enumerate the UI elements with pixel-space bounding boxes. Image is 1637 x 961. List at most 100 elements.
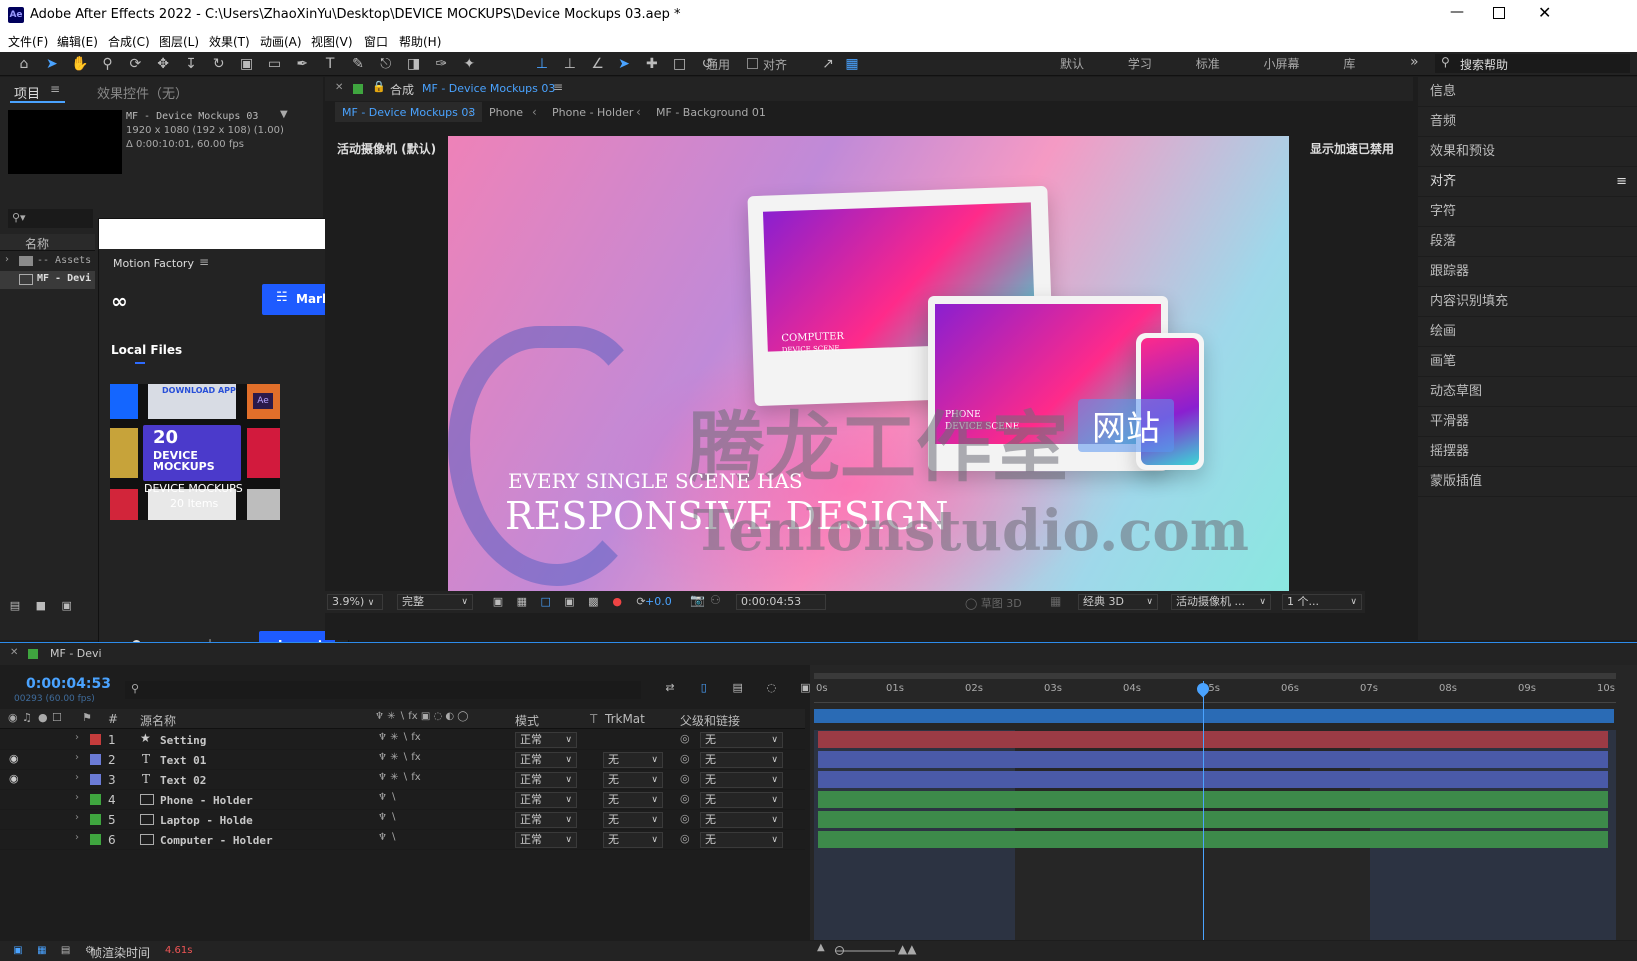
snap-move-icon[interactable]: ✚ <box>643 55 661 73</box>
snap-select-icon[interactable]: ➤ <box>615 55 633 73</box>
layer-row-6[interactable]: › 6 Computer - Holder ♆ ∖ 正常 ∨ 无 ∨ ◎ 无 ∨ <box>0 830 805 850</box>
mode-dropdown[interactable]: 正常 ∨ <box>515 752 577 768</box>
layer-row-5[interactable]: › 5 Laptop - Holde ♆ ∖ 正常 ∨ 无 ∨ ◎ 无 ∨ <box>0 810 805 830</box>
layer-label-color[interactable] <box>90 834 101 845</box>
comp-viewer[interactable]: COMPUTER DEVICE SCENE PHONE DEVICE SCENE… <box>448 136 1289 605</box>
snapshot-icon[interactable]: 📷 <box>690 593 705 607</box>
zoom-in-mountain-icon[interactable]: ▲▲ <box>898 942 916 956</box>
zoom-dropdown[interactable]: 3.9%) ∨ <box>327 594 383 610</box>
layer-label-color[interactable] <box>90 754 101 765</box>
layer-label-color[interactable] <box>90 814 101 825</box>
draft-3d-toggle[interactable]: ◯ 草图 3D <box>965 595 1022 611</box>
menu-animation[interactable]: 动画(A) <box>260 33 302 50</box>
align-checkbox[interactable] <box>747 58 758 69</box>
current-time-display[interactable]: 0:00:04:53 <box>26 676 111 692</box>
panel-tracker[interactable]: 跟踪器 <box>1418 257 1637 287</box>
project-item-assets[interactable]: › -- Assets <box>0 253 95 271</box>
region-of-interest-icon[interactable]: ▣ <box>562 593 576 611</box>
channel-icon[interactable]: ● <box>610 593 624 611</box>
rotate-tool-icon[interactable]: ↻ <box>210 55 228 73</box>
layer-name[interactable]: Text 02 <box>160 774 206 787</box>
layer-row-4[interactable]: › 4 Phone - Holder ♆ ∖ 正常 ∨ 无 ∨ ◎ 无 ∨ <box>0 790 805 810</box>
breadcrumb-item[interactable]: Phone - Holder <box>552 106 633 119</box>
axis-world-icon[interactable]: ⊥ <box>561 55 579 73</box>
renderer-dropdown[interactable]: 经典 3D ∨ <box>1078 594 1158 610</box>
layer-bar-5[interactable] <box>818 811 1608 828</box>
layer-switches[interactable]: ♆ ∖ <box>378 792 397 803</box>
tab-effect-controls[interactable]: 效果控件（无） <box>97 83 188 102</box>
layer-switches-toggle-icon[interactable]: ▣ <box>9 942 27 960</box>
layer-row-3[interactable]: ◉ › 3 T Text 02 ♆ ✳ ∖ fx 正常 ∨ 无 ∨ ◎ 无 ∨ <box>0 770 805 790</box>
pickwhip-icon[interactable]: ◎ <box>680 832 690 845</box>
layer-label-color[interactable] <box>90 774 101 785</box>
zoom-out-mountain-icon[interactable]: ▲ <box>817 942 825 953</box>
exposure-value[interactable]: +0.0 <box>645 595 672 608</box>
layer-bar-3[interactable] <box>818 771 1608 788</box>
time-graph[interactable]: 0s 01s 02s 03s 04s 05s 06s 07s 08s 09s 1… <box>810 665 1637 940</box>
comp-tab-name[interactable]: MF - Device Mockups 03 <box>422 82 555 95</box>
resolution-dropdown[interactable]: 完整 ∨ <box>397 594 473 610</box>
breadcrumb-item[interactable]: MF - Device Mockups 03 <box>335 102 483 122</box>
workspace-standard[interactable]: 标准 <box>1196 52 1220 76</box>
trkmat-dropdown[interactable]: 无 ∨ <box>603 772 663 788</box>
more-workspaces-icon[interactable]: » <box>1410 54 1419 70</box>
workspace-default[interactable]: 默认 <box>1060 52 1084 76</box>
menu-effect[interactable]: 效果(T) <box>209 33 250 50</box>
shy-layers-icon[interactable]: ▯ <box>695 679 713 697</box>
trkmat-dropdown[interactable]: 无 ∨ <box>603 752 663 768</box>
close-tab-icon[interactable]: ✕ <box>335 82 343 93</box>
layer-label-color[interactable] <box>90 734 101 745</box>
panel-paragraph[interactable]: 段落 <box>1418 227 1637 257</box>
text-tool-icon[interactable]: T <box>321 55 339 73</box>
panel-wiggler[interactable]: 摇摆器 <box>1418 437 1637 467</box>
pen-tool-icon[interactable]: ✒ <box>293 55 311 73</box>
eraser-tool-icon[interactable]: ◨ <box>405 55 423 73</box>
maximize-icon[interactable] <box>1493 7 1505 19</box>
transparency-grid-icon[interactable]: ▦ <box>515 593 529 611</box>
panel-menu-icon[interactable]: ≡ <box>553 80 563 94</box>
panel-audio[interactable]: 音频 <box>1418 107 1637 137</box>
anchor-tool-icon[interactable]: ▣ <box>238 55 256 73</box>
workspace-library[interactable]: 库 <box>1343 52 1355 76</box>
mode-dropdown[interactable]: 正常 ∨ <box>515 812 577 828</box>
minimize-icon[interactable]: — <box>1450 4 1464 20</box>
lock-icon[interactable]: 🔒 <box>372 80 386 93</box>
parent-dropdown[interactable]: 无 ∨ <box>700 732 783 748</box>
expand-arrow-icon[interactable]: › <box>75 792 79 803</box>
project-item-comp[interactable]: MF - Devi <box>0 271 95 289</box>
timeline-zoom-handle[interactable] <box>835 946 844 955</box>
tab-project[interactable]: 项目 <box>14 83 40 102</box>
zoom-tool-icon[interactable]: ⚲ <box>98 55 116 73</box>
layer-switches[interactable]: ♆ ∖ <box>378 812 397 823</box>
layer-switches[interactable]: ♆ ✳ ∖ fx <box>378 772 421 783</box>
time-navigator[interactable] <box>814 673 1616 679</box>
mode-dropdown[interactable]: 正常 ∨ <box>515 792 577 808</box>
parent-dropdown[interactable]: 无 ∨ <box>700 772 783 788</box>
eye-icon[interactable]: ◉ <box>9 772 19 785</box>
layer-bar-6[interactable] <box>818 831 1608 848</box>
menu-file[interactable]: 文件(F) <box>8 33 48 50</box>
pan-tool-icon[interactable]: ✥ <box>154 55 172 73</box>
view-layout-dropdown[interactable]: 1 个... ∨ <box>1282 594 1362 610</box>
panel-mask-interpolation[interactable]: 蒙版插值 <box>1418 467 1637 497</box>
search-help[interactable]: ⚲ 搜索帮助 <box>1435 54 1630 73</box>
mode-dropdown[interactable]: 正常 ∨ <box>515 772 577 788</box>
extended-viewer-icon[interactable]: ▦ <box>1050 594 1061 608</box>
in-out-icon[interactable]: ▤ <box>57 942 75 960</box>
parent-dropdown[interactable]: 无 ∨ <box>700 752 783 768</box>
expand-arrow-icon[interactable]: › <box>5 254 9 265</box>
menu-help[interactable]: 帮助(H) <box>399 33 441 50</box>
pickwhip-icon[interactable]: ◎ <box>680 772 690 785</box>
layer-name[interactable]: Laptop - Holde <box>160 814 253 827</box>
selection-tool-icon[interactable]: ➤ <box>43 55 61 73</box>
layer-switches[interactable]: ♆ ✳ ∖ fx <box>378 752 421 763</box>
comp-info-dropdown-icon[interactable]: ▼ <box>280 109 288 120</box>
work-area-bar[interactable] <box>814 709 1614 723</box>
panel-smoother[interactable]: 平滑器 <box>1418 407 1637 437</box>
expand-icon[interactable]: ↗ <box>819 55 837 73</box>
roto-tool-icon[interactable]: ✑ <box>432 55 450 73</box>
new-folder-icon[interactable]: ■ <box>32 597 50 615</box>
eye-icon[interactable]: ◉ <box>9 752 19 765</box>
close-icon[interactable]: ✕ <box>1538 3 1551 22</box>
timecode-field[interactable]: 0:00:04:53 <box>736 594 826 610</box>
